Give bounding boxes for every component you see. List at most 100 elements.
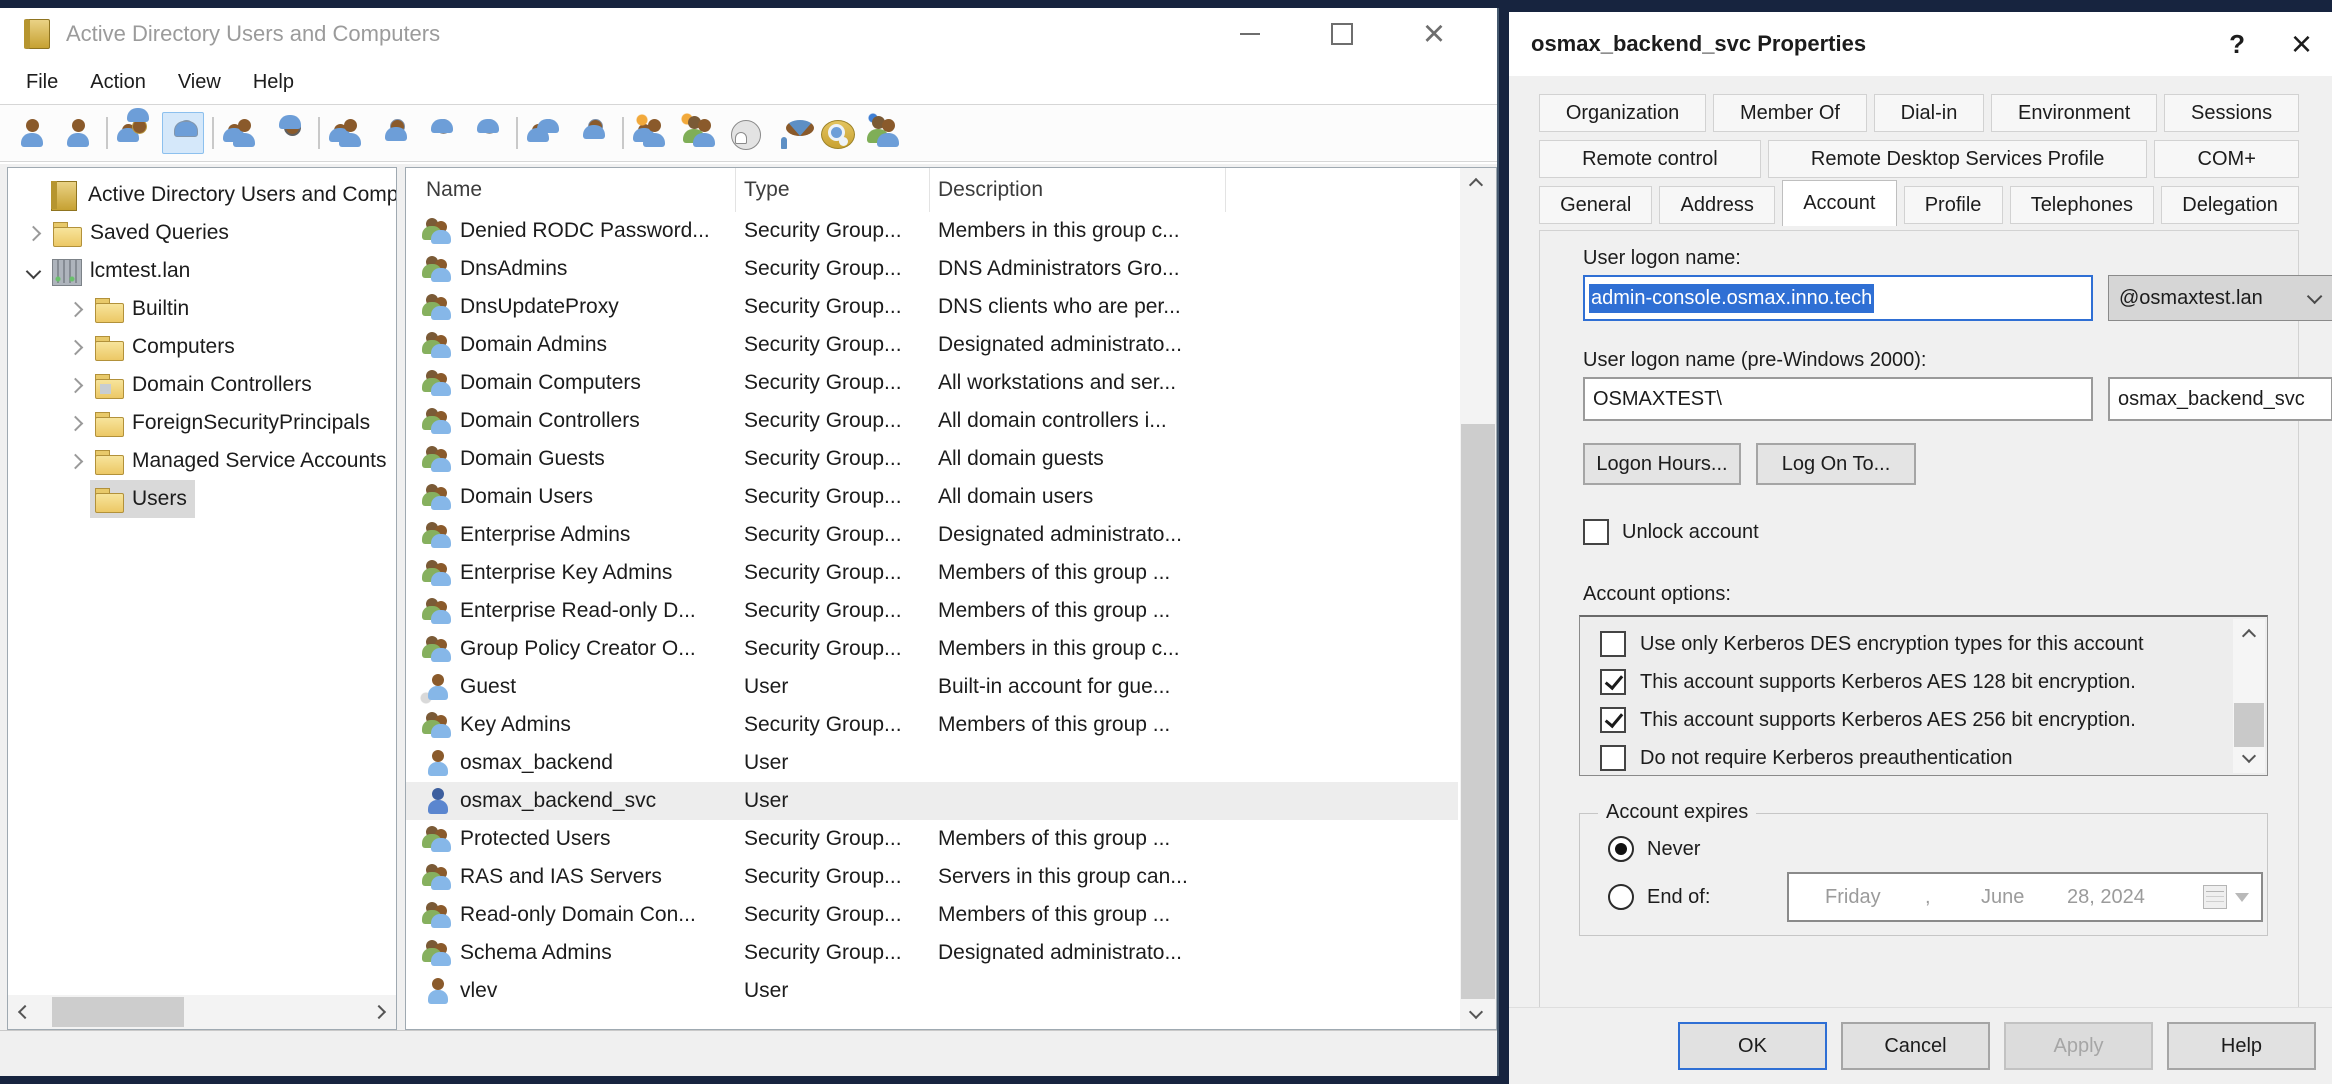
export-list-button[interactable] bbox=[466, 112, 508, 154]
table-row[interactable]: Denied RODC Password... Security Group..… bbox=[406, 212, 1458, 250]
paste-button[interactable] bbox=[268, 112, 310, 154]
end-of-radio[interactable] bbox=[1608, 884, 1634, 910]
table-row[interactable]: Domain Guests Security Group... All doma… bbox=[406, 440, 1458, 478]
table-row[interactable]: Group Policy Creator O... Security Group… bbox=[406, 630, 1458, 668]
options-scrollbar[interactable] bbox=[2233, 619, 2265, 773]
table-row[interactable]: Read-only Domain Con... Security Group..… bbox=[406, 896, 1458, 934]
forward-button[interactable] bbox=[56, 112, 98, 154]
account-option[interactable]: This account supports Kerberos AES 128 b… bbox=[1580, 663, 2267, 701]
pre2000-domain-input[interactable]: OSMAXTEST\ bbox=[1583, 377, 2093, 421]
option-checkbox[interactable] bbox=[1600, 707, 1626, 733]
table-row[interactable]: DnsUpdateProxy Security Group... DNS cli… bbox=[406, 288, 1458, 326]
tab[interactable]: Sessions bbox=[2164, 94, 2299, 132]
up-one-level-button[interactable] bbox=[116, 112, 158, 154]
ok-button[interactable]: OK bbox=[1678, 1022, 1827, 1070]
scroll-down-icon[interactable] bbox=[1461, 997, 1491, 1027]
cut-button[interactable] bbox=[222, 112, 264, 154]
domain-suffix-dropdown[interactable]: @osmaxtest.lan bbox=[2108, 275, 2332, 321]
dialog-close-icon[interactable]: × bbox=[2291, 29, 2312, 59]
menu-item[interactable]: Action bbox=[90, 71, 146, 94]
tab[interactable]: Organization bbox=[1539, 94, 1706, 132]
menu-item[interactable]: Help bbox=[253, 71, 294, 94]
close-button[interactable] bbox=[1417, 17, 1451, 51]
scroll-up-icon[interactable] bbox=[2234, 621, 2264, 651]
chevron-icon[interactable] bbox=[60, 484, 90, 514]
table-row[interactable]: Protected Users Security Group... Member… bbox=[406, 820, 1458, 858]
change-domain-button[interactable] bbox=[862, 112, 904, 154]
chevron-icon[interactable] bbox=[16, 180, 46, 210]
cancel-button[interactable]: Cancel bbox=[1841, 1022, 1990, 1070]
tree-item[interactable]: Builtin bbox=[8, 290, 396, 328]
table-row[interactable]: Domain Admins Security Group... Designat… bbox=[406, 326, 1458, 364]
show-window-button[interactable] bbox=[572, 112, 614, 154]
chevron-icon[interactable] bbox=[60, 408, 90, 438]
logon-hours-button[interactable]: Logon Hours... bbox=[1583, 443, 1741, 485]
apply-button[interactable]: Apply bbox=[2004, 1022, 2153, 1070]
expiry-date-picker[interactable]: Friday , June 28, 2024 bbox=[1787, 872, 2263, 922]
tree-item[interactable]: Managed Service Accounts bbox=[8, 442, 396, 480]
tab[interactable]: Remote Desktop Services Profile bbox=[1768, 140, 2148, 178]
properties-button[interactable] bbox=[374, 112, 416, 154]
unlock-account-checkbox[interactable] bbox=[1583, 519, 1609, 545]
table-row[interactable]: Domain Users Security Group... All domai… bbox=[406, 478, 1458, 516]
table-row[interactable]: vlev User bbox=[406, 972, 1458, 1010]
tree-item[interactable]: ForeignSecurityPrincipals bbox=[8, 404, 396, 442]
table-row[interactable]: Enterprise Key Admins Security Group... … bbox=[406, 554, 1458, 592]
option-checkbox[interactable] bbox=[1600, 745, 1626, 771]
scroll-down-icon[interactable] bbox=[2234, 741, 2264, 771]
tree-item[interactable]: lcmtest.lan bbox=[8, 252, 396, 290]
new-org-unit-button[interactable] bbox=[724, 112, 766, 154]
table-row[interactable]: Domain Controllers Security Group... All… bbox=[406, 402, 1458, 440]
column-header-description[interactable]: Description bbox=[930, 168, 1226, 212]
chevron-icon[interactable] bbox=[60, 370, 90, 400]
account-option[interactable]: Do not require Kerberos preauthenticatio… bbox=[1580, 739, 2267, 777]
column-header-type[interactable]: Type bbox=[736, 168, 930, 212]
option-checkbox[interactable] bbox=[1600, 631, 1626, 657]
table-row[interactable]: Guest User Built-in account for gue... bbox=[406, 668, 1458, 706]
menu-item[interactable]: View bbox=[178, 71, 221, 94]
account-option[interactable]: This account supports Kerberos AES 256 b… bbox=[1580, 701, 2267, 739]
new-user-button[interactable] bbox=[632, 112, 674, 154]
filter-button[interactable] bbox=[770, 112, 812, 154]
show-console-tree-button[interactable] bbox=[162, 112, 204, 154]
table-row[interactable]: Enterprise Read-only D... Security Group… bbox=[406, 592, 1458, 630]
tree-item[interactable]: Saved Queries bbox=[8, 214, 396, 252]
menu-item[interactable]: File bbox=[26, 71, 58, 94]
dialog-help-icon[interactable]: ? bbox=[2229, 29, 2245, 60]
tree-item[interactable]: Users bbox=[8, 480, 396, 518]
tab[interactable]: Profile bbox=[1904, 186, 2003, 224]
account-option[interactable]: Use only Kerberos DES encryption types f… bbox=[1580, 625, 2267, 663]
table-row[interactable]: osmax_backend User bbox=[406, 744, 1458, 782]
tab[interactable]: Dial-in bbox=[1874, 94, 1984, 132]
table-row[interactable]: Enterprise Admins Security Group... Desi… bbox=[406, 516, 1458, 554]
column-header-name[interactable]: Name bbox=[406, 168, 736, 212]
table-row[interactable]: RAS and IAS Servers Security Group... Se… bbox=[406, 858, 1458, 896]
tree-item[interactable]: Domain Controllers bbox=[8, 366, 396, 404]
scrollbar-thumb[interactable] bbox=[1461, 424, 1495, 999]
find-button[interactable] bbox=[816, 112, 858, 154]
option-checkbox[interactable] bbox=[1600, 669, 1626, 695]
tab[interactable]: General bbox=[1539, 186, 1652, 224]
tab[interactable]: Address bbox=[1659, 186, 1775, 224]
help-button[interactable] bbox=[526, 112, 568, 154]
tab[interactable]: Remote control bbox=[1539, 140, 1761, 178]
help-button[interactable]: Help bbox=[2167, 1022, 2316, 1070]
chevron-icon[interactable] bbox=[60, 446, 90, 476]
tree-horizontal-scrollbar[interactable] bbox=[8, 995, 396, 1029]
scroll-right-icon[interactable] bbox=[364, 997, 394, 1027]
minimize-button[interactable] bbox=[1233, 17, 1267, 51]
table-row[interactable]: osmax_backend_svc User bbox=[406, 782, 1458, 820]
new-group-button[interactable] bbox=[678, 112, 720, 154]
delete-button[interactable] bbox=[328, 112, 370, 154]
tab[interactable]: Account bbox=[1782, 180, 1897, 226]
table-row[interactable]: Schema Admins Security Group... Designat… bbox=[406, 934, 1458, 972]
refresh-button[interactable] bbox=[420, 112, 462, 154]
chevron-icon[interactable] bbox=[60, 294, 90, 324]
scroll-up-icon[interactable] bbox=[1461, 170, 1491, 200]
tab[interactable]: Delegation bbox=[2161, 186, 2299, 224]
back-button[interactable] bbox=[10, 112, 52, 154]
maximize-button[interactable] bbox=[1325, 17, 1359, 51]
table-row[interactable]: DnsAdmins Security Group... DNS Administ… bbox=[406, 250, 1458, 288]
user-logon-name-input[interactable]: admin-console.osmax.inno.tech bbox=[1583, 275, 2093, 321]
tree-item[interactable]: Active Directory Users and Computers bbox=[8, 176, 396, 214]
